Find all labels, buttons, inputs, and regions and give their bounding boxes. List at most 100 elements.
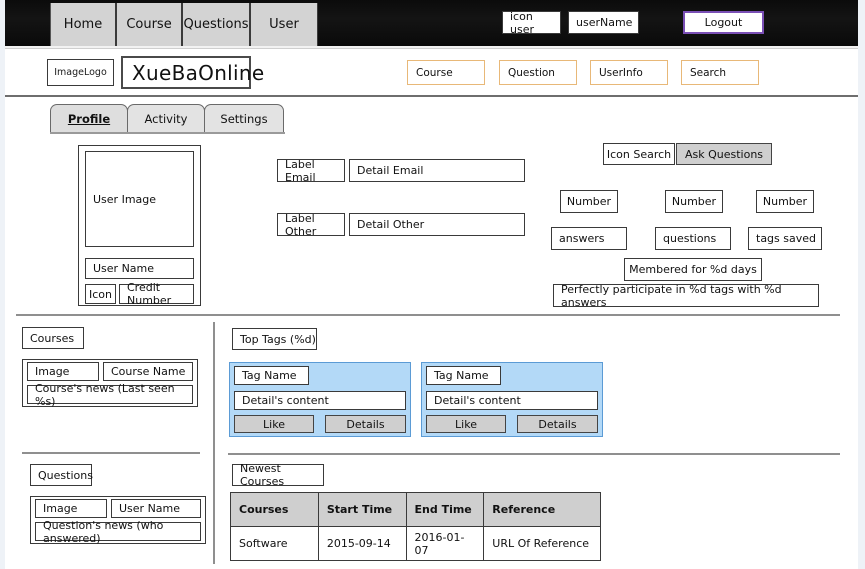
table-row[interactable]: Software 2015-09-14 2016-01-07 URL Of Re… (230, 526, 601, 561)
course-news: Course's news (Last seen %s) (27, 382, 193, 408)
ask-questions-label: Ask Questions (684, 147, 764, 161)
detail-email-text: Detail Email (357, 164, 424, 177)
credit-number-label: Credit Number (127, 281, 172, 307)
quicknav-course-label: Course (416, 66, 453, 79)
username-label: userName (576, 16, 633, 29)
question-user-name: User Name (111, 499, 201, 518)
quicknav-course[interactable]: Course (407, 60, 485, 85)
tag-like-label: Like (263, 417, 285, 431)
cell-start-time: 2015-09-14 (317, 526, 407, 561)
nav-course[interactable]: Course (116, 3, 182, 46)
stat-caption-questions: questions (655, 227, 731, 250)
username-display[interactable]: userName (568, 11, 639, 34)
stat-caption-tags: tags saved (748, 227, 822, 250)
profile-tabstrip: Profile Activity Settings (50, 104, 284, 133)
user-avatar-icon[interactable]: icon user (502, 9, 561, 36)
site-title-label: XueBaOnline (132, 60, 265, 85)
quicknav-userinfo-label: UserInfo (599, 66, 643, 79)
tag-like-button[interactable]: Like (426, 415, 506, 433)
tag-details-label: Details (346, 417, 385, 431)
course-name: Course Name (103, 362, 193, 381)
quicknav-search-label: Search (690, 66, 727, 79)
table-header-row: Courses Start Time End Time Reference (230, 492, 601, 527)
main-nav-tabs: Home Course Questions User (50, 3, 318, 46)
stat-caption-answers-text: answers (559, 232, 605, 245)
brand-bar-rule (5, 95, 858, 97)
tab-activity[interactable]: Activity (127, 104, 205, 133)
tag-like-label: Like (455, 417, 477, 431)
membership-duration-text: Membered for %d days (629, 263, 757, 276)
nav-home-label: Home (63, 17, 103, 32)
label-email-text: Label Email (285, 157, 316, 184)
ask-questions-button[interactable]: Ask Questions (676, 143, 772, 165)
question-news: Question's news (who answered) (35, 519, 201, 545)
stat-caption-questions-text: questions (663, 232, 717, 245)
tag-detail-text: Detail's content (242, 394, 329, 407)
quicknav-userinfo[interactable]: UserInfo (590, 60, 668, 85)
label-other: Label Other (277, 211, 345, 238)
tab-activity-label: Activity (144, 112, 188, 126)
tag-details-button[interactable]: Details (325, 415, 406, 433)
page-right-edge (858, 0, 865, 569)
tabstrip-baseline (50, 132, 285, 134)
col-reference: Reference (483, 492, 601, 527)
courses-panel-title-text: Courses (30, 331, 75, 345)
column-divider (213, 322, 215, 564)
tab-profile[interactable]: Profile (50, 104, 128, 133)
tag-details-button[interactable]: Details (517, 415, 598, 433)
page-root: Home Course Questions User icon user use… (0, 0, 865, 569)
user-icon-label: icon user (510, 9, 534, 36)
nav-user[interactable]: User (250, 3, 318, 46)
logout-button[interactable]: Logout (683, 11, 764, 34)
course-image-label: Image (35, 365, 70, 378)
top-tags-title-text: Top Tags (%d) (240, 332, 316, 346)
stat-number-questions: Number (665, 190, 723, 213)
course-news-text: Course's news (Last seen %s) (35, 381, 175, 408)
question-image-label: Image (43, 502, 78, 515)
participation-summary-text: Perfectly participate in %d tags with %d… (561, 282, 782, 309)
nav-home[interactable]: Home (50, 3, 116, 46)
stat-caption-tags-text: tags saved (756, 232, 816, 245)
tag-detail: Detail's content (234, 391, 406, 410)
tag-like-button[interactable]: Like (234, 415, 314, 433)
question-news-text: Question's news (who answered) (43, 518, 164, 545)
stat-caption-answers: answers (551, 227, 627, 250)
image-logo[interactable]: ImageLogo (47, 59, 114, 86)
user-image-placeholder[interactable]: User Image (85, 151, 194, 247)
course-image: Image (27, 362, 99, 381)
search-icon[interactable]: Icon Search (603, 143, 675, 165)
question-image: Image (35, 499, 107, 518)
credit-number-field: Credit Number (119, 281, 194, 307)
cell-course: Software (230, 526, 319, 561)
newest-courses-title: Newest Courses (232, 462, 324, 488)
credit-icon-label: Icon (89, 287, 112, 301)
newest-courses-title-text: Newest Courses (240, 462, 285, 488)
col-end-time: End Time (405, 492, 485, 527)
quicknav-search[interactable]: Search (681, 60, 759, 85)
quicknav-question[interactable]: Question (499, 60, 577, 85)
nav-questions[interactable]: Questions (182, 3, 250, 46)
logout-label: Logout (704, 16, 743, 29)
questions-panel-title: Questions (30, 464, 93, 486)
nav-user-label: User (269, 17, 299, 32)
top-tags-title: Top Tags (%d) (232, 328, 317, 350)
courses-panel-title: Courses (22, 327, 84, 349)
question-user-name-label: User Name (119, 502, 181, 515)
credit-icon: Icon (85, 284, 116, 304)
tag-detail-text: Detail's content (434, 394, 521, 407)
tag-detail: Detail's content (426, 391, 598, 410)
tab-settings[interactable]: Settings (204, 104, 284, 133)
detail-other: Detail Other (349, 213, 525, 236)
detail-other-text: Detail Other (357, 218, 425, 231)
nav-questions-label: Questions (183, 17, 249, 32)
image-logo-label: ImageLogo (54, 67, 107, 78)
user-name-label: User Name (93, 262, 155, 275)
participation-summary: Perfectly participate in %d tags with %d… (553, 282, 819, 309)
tag-name-text: Tag Name (242, 369, 297, 382)
divider-courses-questions (22, 452, 200, 454)
site-title: XueBaOnline (121, 56, 264, 89)
label-other-text: Label Other (285, 211, 317, 238)
course-name-label: Course Name (111, 365, 186, 378)
questions-panel-title-text: Questions (38, 468, 93, 482)
cell-end-time: 2016-01-07 (405, 526, 485, 561)
